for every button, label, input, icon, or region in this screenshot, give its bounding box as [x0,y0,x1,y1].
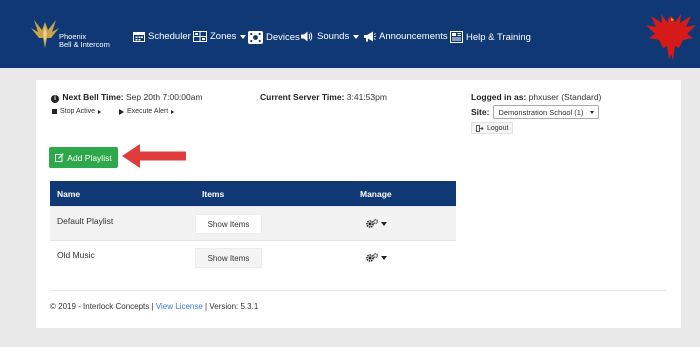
column-header-name: Name [57,189,81,199]
column-header-items: Items [202,189,225,199]
logout-label: Logout [487,124,509,132]
table-row: Default Playlist Show Items [50,206,456,240]
table-row: Old Music Show Items [50,240,456,274]
footer: © 2019 - Interlock Concepts | View Licen… [50,302,258,311]
logout-button[interactable]: Logout [471,122,514,134]
play-icon [119,108,124,115]
edit-icon [55,153,65,162]
manage-dropdown-button[interactable] [363,216,389,231]
next-bell-label: Next Bell Time: [62,92,124,102]
nav-scheduler-label: Scheduler [148,31,191,42]
show-items-button[interactable]: Show Items [195,248,262,268]
add-playlist-button[interactable]: Add Playlist [49,147,118,168]
red-arrow-annotation [122,144,186,168]
view-license-link[interactable]: View License [156,302,203,311]
next-bell-time: i Next Bell Time: Sep 20th 7:00:00am [51,92,203,103]
brand-name[interactable]: Phoenix Bell & Intercom [59,33,110,49]
cogs-icon [365,253,378,262]
stop-active-label: Stop Active [60,108,96,115]
footer-divider [50,290,666,291]
nav-help-training[interactable]: Help & Training [450,31,531,43]
brand-line-2: Bell & Intercom [59,40,110,49]
server-time-value: 3:41:53pm [346,92,387,102]
nav-announcements-label: Announcements [379,31,448,42]
info-icon: i [51,95,59,103]
nav-sounds[interactable]: Sounds [300,31,360,42]
nav-zones-label: Zones [210,31,237,42]
help-book-icon [450,31,463,43]
site-select-value: Demonstration School (1) [498,107,584,117]
site-select[interactable]: Demonstration School (1) [493,105,600,119]
chevron-down-icon [590,110,595,114]
phoenix-logo-icon[interactable] [31,18,59,50]
nav-help-training-label: Help & Training [466,31,531,43]
phoenix-bird-icon [646,14,696,60]
table-header: Name Items Manage [50,181,456,206]
execute-alert-button[interactable]: Execute Alert [119,106,175,117]
next-bell-value: Sep 20th 7:00:00am [126,92,203,102]
zones-grid-icon [193,31,207,42]
column-header-manage: Manage [360,189,392,199]
site-label: Site: [471,107,490,117]
logged-in-label: Logged in as: [471,92,527,102]
nav-scheduler[interactable]: Scheduler [133,31,191,42]
chevron-right-icon [171,109,175,114]
cogs-icon [365,219,378,228]
site-row: Site: Demonstration School (1) [471,105,600,119]
show-items-button[interactable]: Show Items [195,214,262,234]
nav-devices-label: Devices [266,32,300,43]
add-playlist-label: Add Playlist [67,152,112,163]
execute-alert-label: Execute Alert [127,108,169,115]
playlist-name: Default Playlist [57,216,114,226]
speaker-icon [301,31,313,42]
chevron-down-icon [240,34,247,39]
footer-version: | Version: 5.3.1 [205,302,259,311]
playlist-table: Name Items Manage Default Playlist Show … [50,181,456,274]
stop-active-button[interactable]: Stop Active [52,106,102,117]
nav-zones[interactable]: Zones [193,31,247,42]
nav-sounds-label: Sounds [317,31,350,42]
calendar-icon [133,32,145,42]
logged-in-info: Logged in as: phxuser (Standard) [471,92,601,102]
stop-icon [52,109,57,114]
logout-icon [476,124,484,132]
main-card: i Next Bell Time: Sep 20th 7:00:00am Sto… [36,80,681,328]
server-time: Current Server Time: 3:41:53pm [260,92,387,102]
top-navbar: Phoenix Bell & Intercom Scheduler Zones … [0,0,700,68]
server-time-label: Current Server Time: [260,92,345,102]
chevron-right-icon [98,109,102,114]
devices-icon [248,31,263,44]
nav-devices[interactable]: Devices [248,31,300,44]
chevron-down-icon [380,255,387,260]
megaphone-icon [364,31,376,42]
footer-copyright: © 2019 - Interlock Concepts | [50,302,154,311]
playlist-name: Old Music [57,250,95,260]
chevron-down-icon [353,34,360,39]
nav-announcements[interactable]: Announcements [363,31,448,42]
chevron-down-icon [380,221,387,226]
manage-dropdown-button[interactable] [363,250,389,265]
logged-in-value: phxuser (Standard) [528,92,602,102]
